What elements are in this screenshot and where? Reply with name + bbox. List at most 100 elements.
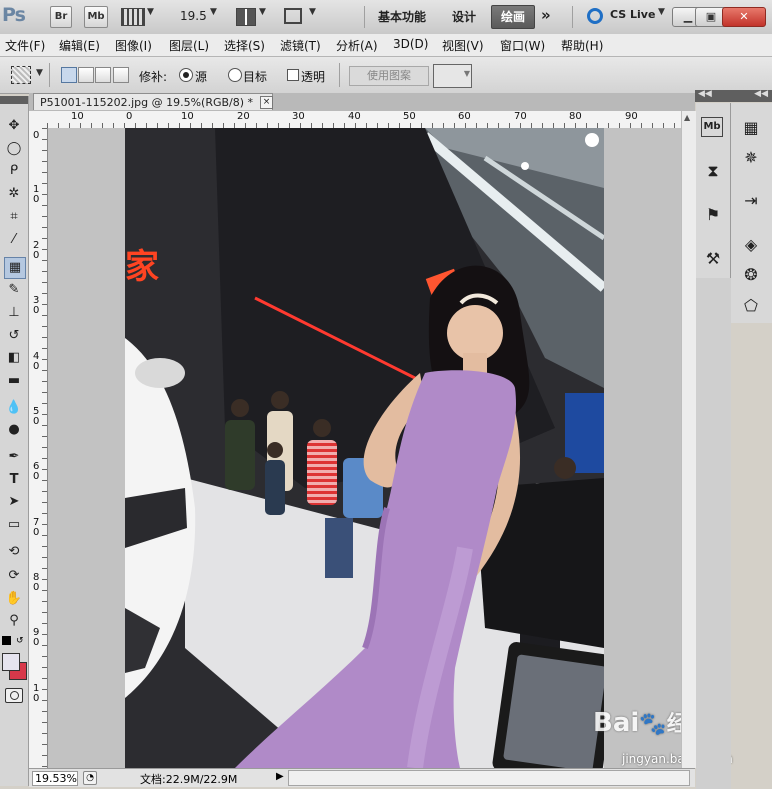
- type-tool-icon[interactable]: T: [4, 470, 24, 490]
- collapsed-panel-column-2: ▦ ✵ ⇥ ◈ ❂ ⬠: [731, 103, 772, 323]
- menu-window[interactable]: 窗口(W): [500, 37, 545, 54]
- marquee-tool-icon[interactable]: ◯: [4, 139, 24, 159]
- ruler-origin[interactable]: [29, 111, 48, 129]
- swap-colors-icon[interactable]: ↺: [16, 636, 24, 646]
- use-pattern-button[interactable]: 使用图案: [349, 66, 429, 86]
- hand-tool-icon[interactable]: ✋: [4, 589, 24, 609]
- gradient-tool-icon[interactable]: ▬: [4, 371, 24, 391]
- actions-panel-icon[interactable]: ⚑: [701, 203, 725, 227]
- arrange-documents-icon[interactable]: [236, 8, 256, 26]
- transparent-checkbox[interactable]: [287, 69, 299, 81]
- more-workspaces-button[interactable]: »: [541, 6, 551, 24]
- paths-panel-icon[interactable]: ⬠: [739, 294, 763, 318]
- bridge-button[interactable]: Br: [50, 6, 72, 28]
- zoom-tool-icon[interactable]: ⚲: [4, 611, 24, 631]
- status-menu-arrow-icon[interactable]: ▶: [276, 771, 284, 782]
- workspace-design[interactable]: 设计: [452, 8, 476, 25]
- vertical-scrollbar[interactable]: ▲: [681, 111, 696, 768]
- source-label: 源: [195, 70, 208, 84]
- quick-mask-icon[interactable]: [5, 688, 23, 703]
- lasso-tool-icon[interactable]: ᑭ: [4, 161, 24, 181]
- history-brush-tool-icon[interactable]: ↺: [4, 326, 24, 346]
- eraser-tool-icon[interactable]: ◧: [4, 348, 24, 368]
- clone-stamp-tool-icon[interactable]: ⊥: [4, 303, 24, 323]
- collapsed-panel-column-1: Mb ⧗ ⚑ ⚒: [696, 103, 731, 278]
- document-canvas-photo[interactable]: 家: [125, 128, 604, 768]
- brush-tool-icon[interactable]: ✎: [4, 280, 24, 300]
- menu-file[interactable]: 文件(F): [5, 37, 45, 54]
- ruler-label: 0: [33, 130, 40, 141]
- brush-presets-panel-icon[interactable]: ⇥: [739, 189, 763, 213]
- view-extras-dropdown-icon[interactable]: ▼: [147, 7, 154, 17]
- tools-panel-header: [0, 96, 28, 104]
- quick-selection-tool-icon[interactable]: ✲: [4, 184, 24, 204]
- source-radio[interactable]: [179, 68, 193, 82]
- status-zoom-field[interactable]: 19.53%: [32, 771, 78, 786]
- minibridge-panel-icon[interactable]: Mb: [701, 117, 723, 137]
- ruler-label: 90: [625, 111, 638, 122]
- cs-live-label[interactable]: CS Live: [610, 8, 655, 21]
- arrange-dropdown-icon[interactable]: ▼: [259, 7, 266, 17]
- screen-mode-icon[interactable]: [284, 8, 302, 24]
- workspace-painting-active[interactable]: 绘画: [491, 5, 535, 29]
- ruler-label: 5 0: [33, 406, 40, 427]
- default-colors-icon[interactable]: [2, 636, 11, 645]
- view-extras-icon[interactable]: [121, 8, 145, 26]
- ruler-label: 40: [348, 111, 361, 122]
- menu-select[interactable]: 选择(S): [224, 37, 265, 54]
- vertical-ruler[interactable]: 0 1 0 2 0 3 0 4 0 5 0 6 0 7 0 8 0 9 0 1 …: [29, 128, 48, 768]
- patch-tool-preset-icon[interactable]: [11, 66, 31, 84]
- new-selection-mode-icon[interactable]: [61, 67, 77, 83]
- subtract-selection-mode-icon[interactable]: [95, 67, 111, 83]
- channels-panel-icon[interactable]: ❂: [739, 263, 763, 287]
- cs-live-dropdown-icon[interactable]: ▼: [658, 7, 665, 17]
- close-document-icon[interactable]: ×: [260, 96, 273, 109]
- close-window-button[interactable]: ✕: [722, 7, 766, 27]
- ruler-label: 4 0: [33, 351, 40, 372]
- history-panel-icon[interactable]: ⧗: [701, 159, 725, 183]
- zoom-dropdown-icon[interactable]: ▼: [210, 7, 217, 17]
- intersect-selection-mode-icon[interactable]: [113, 67, 129, 83]
- add-selection-mode-icon[interactable]: [78, 67, 94, 83]
- horizontal-scrollbar[interactable]: [288, 770, 690, 786]
- menu-3d[interactable]: 3D(D): [393, 37, 428, 51]
- target-radio[interactable]: [228, 68, 242, 82]
- 3d-rotate-tool-icon[interactable]: ⟲: [4, 542, 24, 562]
- minibridge-button[interactable]: Mb: [84, 6, 108, 28]
- ruler-label: 50: [403, 111, 416, 122]
- menu-filter[interactable]: 滤镜(T): [280, 37, 321, 54]
- tool-preset-dropdown-icon[interactable]: ▼: [36, 68, 43, 78]
- layers-panel-icon[interactable]: ◈: [739, 233, 763, 257]
- swatches-panel-icon[interactable]: ▦: [739, 116, 763, 140]
- color-panel-icon[interactable]: ✵: [739, 146, 763, 170]
- crop-tool-icon[interactable]: ⌗: [4, 207, 24, 227]
- screen-mode-dropdown-icon[interactable]: ▼: [309, 7, 316, 17]
- horizontal-ruler[interactable]: 10 0 10 20 30 40 50 60 70 80 90: [47, 111, 681, 129]
- cs-live-icon[interactable]: [587, 8, 603, 24]
- foreground-color-swatch[interactable]: [2, 653, 20, 671]
- eyedropper-tool-icon[interactable]: ⁄: [4, 230, 24, 250]
- dodge-tool-icon[interactable]: ●: [4, 420, 24, 440]
- shape-tool-icon[interactable]: ▭: [4, 515, 24, 535]
- pen-tool-icon[interactable]: ✒: [4, 447, 24, 467]
- tool-presets-panel-icon[interactable]: ⚒: [701, 247, 725, 271]
- move-tool-icon[interactable]: ✥: [4, 116, 24, 136]
- menu-edit[interactable]: 编辑(E): [59, 37, 100, 54]
- menu-help[interactable]: 帮助(H): [561, 37, 603, 54]
- workspace-essentials[interactable]: 基本功能: [378, 8, 426, 25]
- tools-panel: ✥ ◯ ᑭ ✲ ⌗ ⁄ ▦ ✎ ⊥ ↺ ◧ ▬ 💧 ● ✒ T ➤ ▭ ⟲ ⟳ …: [0, 96, 29, 786]
- menu-image[interactable]: 图像(I): [115, 37, 152, 54]
- menu-layer[interactable]: 图层(L): [169, 37, 209, 54]
- zoom-level-field[interactable]: 19.5: [180, 9, 207, 23]
- blur-tool-icon[interactable]: 💧: [4, 398, 24, 418]
- pattern-picker[interactable]: ▼: [433, 64, 472, 88]
- path-selection-tool-icon[interactable]: ➤: [4, 492, 24, 512]
- menu-analysis[interactable]: 分析(A): [336, 37, 378, 54]
- target-label: 目标: [243, 70, 268, 84]
- status-info-icon[interactable]: ◔: [83, 771, 97, 785]
- ruler-label: 1 0: [33, 184, 40, 205]
- menu-view[interactable]: 视图(V): [442, 37, 484, 54]
- 3d-orbit-tool-icon[interactable]: ⟳: [4, 566, 24, 586]
- document-tab[interactable]: P51001-115202.jpg @ 19.5%(RGB/8) * ×: [33, 93, 273, 110]
- patch-tool-icon[interactable]: ▦: [4, 257, 26, 279]
